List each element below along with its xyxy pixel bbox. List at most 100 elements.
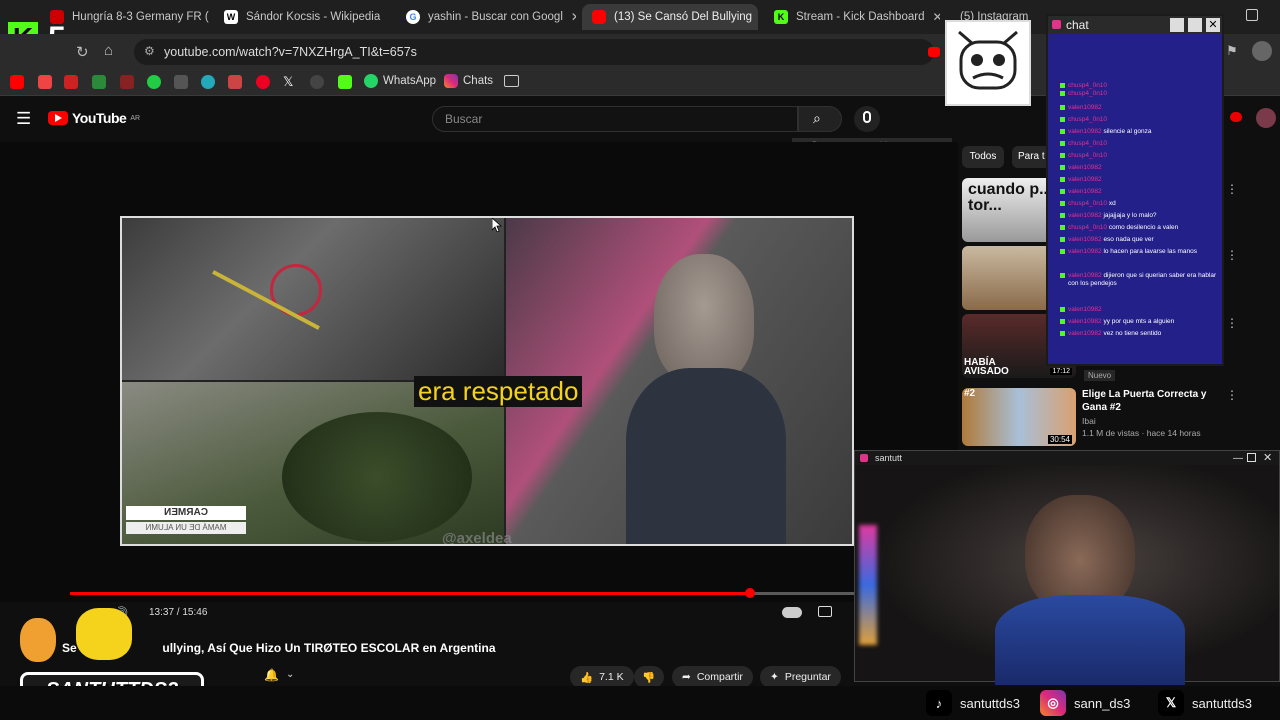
site-info-icon[interactable]: ⚙ bbox=[144, 44, 155, 58]
profile-avatar[interactable] bbox=[1252, 41, 1272, 61]
reload-icon[interactable]: ↻ bbox=[76, 43, 89, 61]
webcam-window: santutt — ✕ bbox=[854, 450, 1280, 685]
menu-icon[interactable]: ☰ bbox=[16, 109, 31, 129]
chat-message: chusp4_0n10 como desilencio a valen bbox=[1060, 224, 1218, 232]
youtube-logo[interactable]: YouTube AR bbox=[48, 110, 140, 126]
sidebar-video-thumb[interactable]: #2 30:54 bbox=[962, 388, 1076, 446]
chevron-down-icon[interactable]: ⌄ bbox=[286, 669, 294, 680]
chat-overlay: chat ✕ chusp4_0n10 chusp4_0n10 valen1098… bbox=[1046, 14, 1224, 366]
maximize-icon[interactable] bbox=[1247, 453, 1256, 462]
tab-google[interactable]: G yashin - Buscar con Googl ✕ bbox=[396, 4, 576, 30]
folder-icon[interactable] bbox=[504, 75, 519, 87]
account-avatar[interactable] bbox=[1256, 108, 1276, 128]
lower-third: CARMEN MAMÁ DE UN ALUMN bbox=[126, 504, 246, 540]
chat-username: valen10982 bbox=[1068, 188, 1102, 195]
chat-message: chusp4_0n10 xd bbox=[1060, 200, 1218, 208]
more-options-icon[interactable]: ⋮ bbox=[1226, 248, 1238, 262]
presenter-head-shape bbox=[654, 254, 754, 384]
chat-username: chusp4_0n10 bbox=[1068, 152, 1108, 159]
close-icon[interactable]: ✕ bbox=[1263, 451, 1272, 465]
x-bookmark-icon[interactable]: 𝕏 bbox=[283, 74, 293, 90]
share-button[interactable]: ➦ Compartir bbox=[672, 666, 753, 688]
kick-badge-icon bbox=[1060, 83, 1065, 88]
share-label: Compartir bbox=[696, 671, 743, 683]
bookmark-whatsapp[interactable]: WhatsApp bbox=[364, 74, 436, 88]
subtitles-icon[interactable] bbox=[818, 606, 832, 617]
gmail-bookmark-icon[interactable] bbox=[38, 75, 52, 89]
sidebar-video-title[interactable]: Elige La Puerta Correcta y Gana #2 bbox=[1082, 388, 1226, 414]
search-input[interactable]: Buscar bbox=[432, 106, 798, 132]
chat-text: silencie al gonza bbox=[1103, 128, 1152, 135]
sheets-bookmark-icon[interactable] bbox=[92, 75, 106, 89]
thumbs-up-icon: 👍 bbox=[580, 671, 594, 684]
wikipedia-icon: W bbox=[224, 10, 238, 24]
cartoon-face-image bbox=[945, 20, 1031, 106]
close-icon[interactable]: ✕ bbox=[571, 10, 576, 24]
tab-youtube-active[interactable]: (13) Se Cansó Del Bullying ✕ bbox=[582, 4, 758, 30]
restore-window-icon[interactable] bbox=[1246, 9, 1258, 21]
more-options-icon[interactable]: ⋮ bbox=[1226, 182, 1238, 196]
bookmark-icon[interactable] bbox=[147, 75, 161, 89]
tree-shape bbox=[282, 412, 472, 542]
bell-icon[interactable]: 🔔 bbox=[264, 668, 279, 682]
pinterest-bookmark-icon[interactable] bbox=[256, 75, 270, 89]
url-field[interactable]: ⚙ youtube.com/watch?v=7NXZHrgA_TI&t=657s bbox=[134, 39, 934, 65]
ask-button[interactable]: ✦ Preguntar bbox=[760, 666, 841, 688]
x-icon: 𝕏 bbox=[1158, 690, 1184, 716]
bookmark-icon[interactable] bbox=[310, 75, 324, 89]
video-player[interactable]: CARMEN MAMÁ DE UN ALUMN @axeldea era res… bbox=[0, 142, 958, 602]
youtube-extension-icon[interactable] bbox=[928, 47, 940, 57]
close-icon[interactable]: ✕ bbox=[1206, 18, 1220, 32]
progress-bar[interactable] bbox=[70, 588, 855, 598]
gmail-bookmark-icon[interactable] bbox=[228, 75, 242, 89]
close-icon[interactable]: ✕ bbox=[932, 10, 940, 24]
kick-badge-icon bbox=[1060, 141, 1065, 146]
more-options-icon[interactable]: ⋮ bbox=[1226, 388, 1238, 402]
like-button[interactable]: 👍 7.1 K bbox=[570, 666, 634, 688]
minimize-icon[interactable]: — bbox=[1233, 452, 1243, 466]
tab-label: Sándor Kocsis - Wikipedia bbox=[246, 11, 381, 23]
maximize-icon[interactable] bbox=[1188, 18, 1202, 32]
lower-third-name: CARMEN bbox=[126, 506, 246, 520]
sidebar-video-channel[interactable]: Ibai bbox=[1082, 416, 1096, 426]
bookmark-icon[interactable] bbox=[120, 75, 134, 89]
autoplay-toggle[interactable] bbox=[782, 607, 802, 618]
more-options-icon[interactable]: ⋮ bbox=[1226, 316, 1238, 330]
bookmark-chats[interactable]: Chats bbox=[444, 74, 493, 88]
chat-username: chusp4_0n10 bbox=[1068, 140, 1108, 147]
bookmark-icon[interactable] bbox=[201, 75, 215, 89]
webcam-app-icon bbox=[860, 454, 868, 462]
chat-message: chusp4_0n10 bbox=[1060, 152, 1218, 160]
chat-message: valen10982 yy por que mts a alguien bbox=[1060, 318, 1218, 326]
kick-badge-icon bbox=[1060, 307, 1065, 312]
home-icon[interactable]: ⌂ bbox=[104, 42, 113, 59]
bookmark-icon[interactable] bbox=[174, 75, 188, 89]
presenter-jacket-shape bbox=[626, 368, 786, 544]
video-caption: era respetado bbox=[414, 376, 583, 407]
minimize-icon[interactable] bbox=[1170, 18, 1184, 32]
angry-face-icon bbox=[958, 30, 1018, 90]
streamer-shirt-shape bbox=[995, 595, 1185, 685]
video-duration: 17:12 bbox=[1050, 368, 1072, 375]
extensions-icon[interactable]: ⚑ bbox=[1226, 43, 1238, 59]
progress-scrubber[interactable] bbox=[744, 588, 755, 598]
dislike-button[interactable]: 👎 bbox=[634, 666, 664, 688]
close-icon[interactable]: ✕ bbox=[388, 10, 390, 24]
tab-kick[interactable]: K Stream - Kick Dashboard ✕ bbox=[764, 4, 940, 30]
tab-wikipedia[interactable]: W Sándor Kocsis - Wikipedia ✕ bbox=[214, 4, 390, 30]
search-button[interactable]: ⌕ bbox=[798, 106, 842, 132]
bookmark-icon[interactable] bbox=[64, 75, 78, 89]
kick-bookmark-icon[interactable] bbox=[338, 75, 352, 89]
filter-chip-todos[interactable]: Todos bbox=[962, 146, 1004, 168]
notifications-badge-icon[interactable] bbox=[1230, 112, 1242, 122]
kick-badge-icon bbox=[1060, 91, 1065, 96]
chat-username: valen10982 bbox=[1068, 306, 1102, 313]
voice-search-button[interactable] bbox=[854, 106, 880, 132]
kick-badge-icon bbox=[1060, 153, 1065, 158]
chat-username: valen10982 bbox=[1068, 104, 1102, 111]
youtube-bookmark-icon[interactable] bbox=[10, 75, 24, 89]
progress-fill bbox=[70, 592, 750, 595]
chat-app-icon bbox=[1052, 20, 1061, 29]
social-handle: santuttds3 bbox=[1192, 695, 1252, 711]
kick-badge-icon bbox=[1060, 213, 1065, 218]
